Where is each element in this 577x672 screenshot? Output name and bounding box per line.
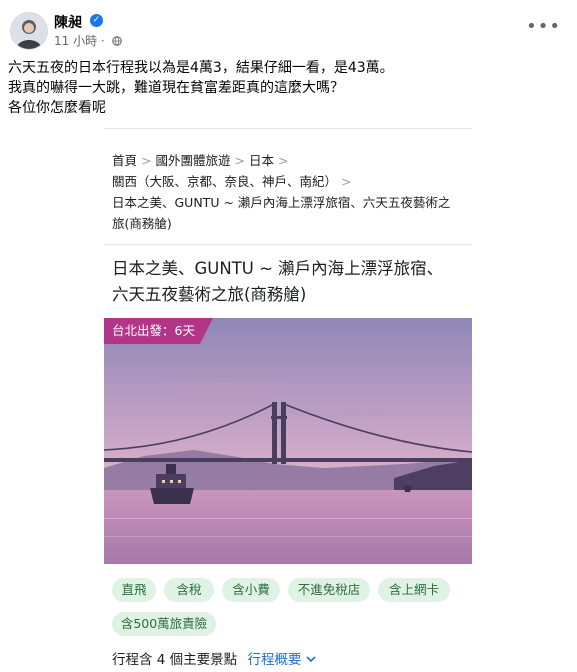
itinerary-summary: 行程含 4 個主要景點 行程概要 bbox=[112, 648, 316, 668]
post-text-line: 各位你怎麼看呢 bbox=[8, 100, 106, 116]
divider bbox=[104, 244, 472, 245]
tag-chip: 含上網卡 bbox=[378, 578, 450, 602]
breadcrumb-item[interactable]: 首頁 bbox=[112, 153, 137, 168]
tour-title[interactable]: 日本之美、GUNTU ~ 瀨戶內海上漂浮旅宿、 六天五夜藝術之旅(商務艙) bbox=[112, 256, 472, 308]
chevron-right-icon: > bbox=[141, 153, 152, 168]
post-text-line: 我真的嚇得一大跳，難道現在貧富差距真的這麼大嗎？ bbox=[8, 80, 344, 96]
chevron-right-icon: > bbox=[234, 153, 245, 168]
itinerary-overview-label: 行程概要 bbox=[247, 652, 302, 668]
itinerary-text: 行程含 4 個主要景點 bbox=[112, 652, 238, 668]
tag-chip: 含500萬旅責險 bbox=[112, 612, 216, 636]
hero-image[interactable]: 台北出發：6天 bbox=[104, 318, 472, 564]
breadcrumb-item[interactable]: 日本 bbox=[249, 153, 274, 168]
breadcrumb-item[interactable]: 國外團體旅遊 bbox=[156, 153, 231, 168]
breadcrumb-item[interactable]: 關西（大阪、京都、奈良、神戶、南紀） bbox=[112, 174, 337, 189]
post-text: 六天五夜的日本行程我以為是4萬3，結果仔細一看，是43萬。 我真的嚇得一大跳，難… bbox=[8, 58, 568, 118]
globe-icon bbox=[111, 36, 122, 46]
link-preview-card[interactable]: 首頁 > 國外團體旅遊 > 日本 > 關西（大阪、京都、奈良、神戶、南紀） > 日本之美、G… bbox=[104, 128, 472, 672]
divider bbox=[104, 128, 472, 129]
verified-badge-icon: ✓ bbox=[90, 14, 103, 27]
tag-chip: 含小費 bbox=[222, 578, 280, 602]
chevron-right-icon: > bbox=[341, 174, 352, 189]
post-header: 陳昶 ✓ 11 小時 · ••• bbox=[10, 8, 567, 52]
chevron-down-icon bbox=[306, 656, 316, 663]
tag-chip: 直飛 bbox=[112, 578, 156, 602]
itinerary-overview-link[interactable]: 行程概要 bbox=[247, 652, 316, 668]
author-name[interactable]: 陳昶 bbox=[54, 12, 82, 32]
tour-title-line: 日本之美、GUNTU ~ 瀨戶內海上漂浮旅宿、 bbox=[112, 259, 444, 278]
chevron-right-icon: > bbox=[278, 153, 289, 168]
tag-chip: 含稅 bbox=[164, 578, 214, 602]
tour-title-line: 六天五夜藝術之旅(商務艙) bbox=[112, 285, 307, 304]
post-meta: 11 小時 · bbox=[54, 32, 122, 49]
breadcrumb: 首頁 > 國外團體旅遊 > 日本 > 關西（大阪、京都、奈良、神戶、南紀） > 日本之美、G… bbox=[112, 150, 468, 234]
avatar[interactable] bbox=[10, 12, 48, 50]
breadcrumb-current-cont: 旅(商務艙) bbox=[112, 216, 172, 231]
post-text-line: 六天五夜的日本行程我以為是4萬3，結果仔細一看，是43萬。 bbox=[8, 60, 394, 76]
departure-badge: 台北出發：6天 bbox=[104, 318, 213, 344]
bridge-sunset-image bbox=[104, 318, 472, 564]
more-options-icon[interactable]: ••• bbox=[526, 16, 561, 37]
post-time[interactable]: 11 小時 bbox=[54, 34, 97, 48]
meta-separator: · bbox=[100, 34, 105, 48]
breadcrumb-current: 日本之美、GUNTU ~ 瀨戶內海上漂浮旅宿、六天五夜藝術之 bbox=[112, 195, 451, 210]
profile-photo-icon bbox=[11, 13, 47, 49]
tag-chip: 不進免稅店 bbox=[288, 578, 370, 602]
